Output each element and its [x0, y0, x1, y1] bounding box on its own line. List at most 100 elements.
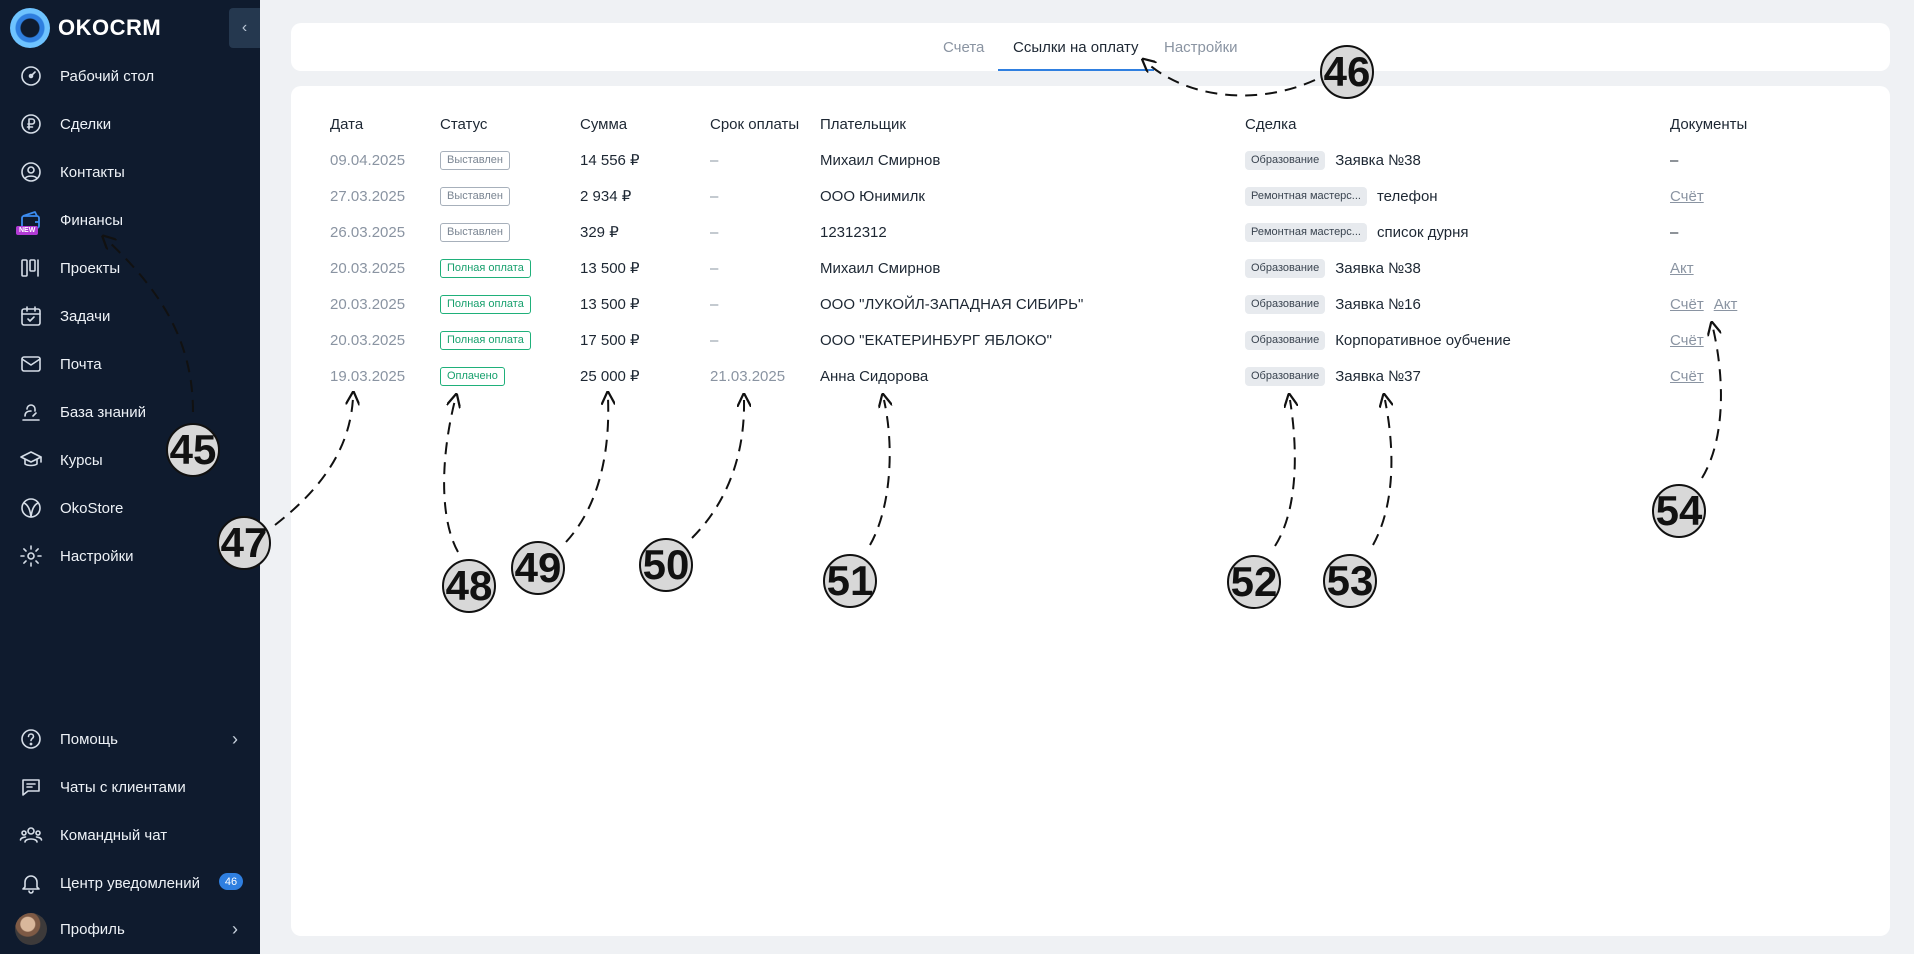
- deal-cell[interactable]: Ремонтная мастерс... список дурня: [1245, 214, 1469, 250]
- sidebar-item-label: Рабочий стол: [60, 67, 155, 85]
- payer-cell[interactable]: ООО Юнимилк: [820, 178, 925, 214]
- logo[interactable]: OKOCRM: [10, 8, 161, 48]
- table-row[interactable]: 20.03.2025 Полная оплата 13 500 ₽ – ООО "ЛУК…: [291, 286, 1890, 322]
- sidebar-bottom-item-4[interactable]: Профиль ›: [0, 909, 260, 949]
- graduation-cap-icon: [19, 448, 43, 472]
- table-row[interactable]: 20.03.2025 Полная оплата 13 500 ₽ – Михаил С…: [291, 250, 1890, 286]
- tabs-bar: Счета Ссылки на оплату Настройки: [291, 23, 1890, 71]
- gear-icon: [19, 544, 43, 568]
- document-link[interactable]: Счёт: [1670, 332, 1704, 349]
- contact-icon: [19, 160, 43, 184]
- deal-pipeline-tag: Образование: [1245, 294, 1326, 314]
- documents-cell: Счёт: [1670, 322, 1714, 358]
- sidebar-item-8[interactable]: Курсы: [0, 440, 260, 480]
- avatar: [15, 913, 47, 945]
- documents-cell: Счёт: [1670, 178, 1714, 214]
- table-row[interactable]: 19.03.2025 Оплачено 25 000 ₽ 21.03.2025 Анна…: [291, 358, 1890, 394]
- mail-icon: [19, 352, 43, 376]
- documents-cell: –: [1670, 142, 1678, 178]
- document-link[interactable]: Счёт: [1670, 368, 1704, 385]
- date-cell: 20.03.2025: [330, 295, 406, 313]
- annotation-number: 53: [1323, 554, 1377, 608]
- payer-cell[interactable]: ООО "ЕКАТЕРИНБУРГ ЯБЛОКО": [820, 322, 1052, 358]
- due-date-cell: –: [710, 295, 719, 313]
- deal-name[interactable]: Заявка №38: [1335, 260, 1421, 277]
- bell-icon: [19, 871, 43, 895]
- table-row[interactable]: 09.04.2025 Выставлен 14 556 ₽ – Михаил Смирн…: [291, 142, 1890, 178]
- sidebar-item-6[interactable]: Почта: [0, 344, 260, 384]
- team-icon: [19, 823, 43, 847]
- column-header-documents[interactable]: Документы: [1670, 116, 1747, 133]
- document-link[interactable]: Акт: [1670, 260, 1694, 277]
- column-header-deal[interactable]: Сделка: [1245, 116, 1296, 133]
- sidebar-bottom-item-2[interactable]: Командный чат: [0, 815, 260, 855]
- table-row[interactable]: 26.03.2025 Выставлен 329 ₽ – 12312312 Ремонтн…: [291, 214, 1890, 250]
- sidebar-item-label: Финансы: [60, 211, 123, 229]
- sidebar-item-5[interactable]: Задачи: [0, 296, 260, 336]
- collapse-sidebar-button[interactable]: ‹: [229, 8, 260, 48]
- sidebar-item-0[interactable]: Рабочий стол: [0, 56, 260, 96]
- document-link[interactable]: Акт: [1714, 296, 1738, 313]
- column-header-due[interactable]: Срок оплаты: [710, 116, 799, 133]
- due-date-cell: –: [710, 223, 719, 241]
- tab-settings[interactable]: Настройки: [1164, 23, 1238, 71]
- sidebar-item-label: База знаний: [60, 403, 146, 421]
- deal-cell[interactable]: Ремонтная мастерс... телефон: [1245, 178, 1438, 214]
- tab-payment-links[interactable]: Ссылки на оплату: [998, 23, 1154, 71]
- sum-cell: 2 934 ₽: [580, 188, 632, 205]
- document-link[interactable]: Счёт: [1670, 296, 1704, 313]
- sidebar-bottom-item-3[interactable]: Центр уведомлений 46: [0, 863, 260, 903]
- sidebar-item-7[interactable]: База знаний: [0, 392, 260, 432]
- deal-name[interactable]: Заявка №16: [1335, 296, 1421, 313]
- deal-pipeline-tag: Ремонтная мастерс...: [1245, 222, 1367, 242]
- deal-cell[interactable]: Образование Заявка №16: [1245, 286, 1421, 322]
- sidebar-item-4[interactable]: Проекты: [0, 248, 260, 288]
- due-date-cell: –: [710, 259, 719, 277]
- date-cell: 19.03.2025: [330, 367, 406, 385]
- column-header-sum[interactable]: Сумма: [580, 116, 627, 133]
- deal-name[interactable]: телефон: [1377, 188, 1438, 205]
- deal-pipeline-tag: Ремонтная мастерс...: [1245, 186, 1367, 206]
- tab-label: Ссылки на оплату: [1013, 38, 1139, 56]
- deal-cell[interactable]: Образование Корпоративное оубчение: [1245, 322, 1511, 358]
- tab-invoices[interactable]: Счета: [943, 23, 984, 71]
- annotation-number: 45: [166, 423, 220, 477]
- sidebar-item-label: Чаты с клиентами: [60, 778, 186, 796]
- deal-cell[interactable]: Образование Заявка №38: [1245, 250, 1421, 286]
- deal-name[interactable]: Заявка №38: [1335, 152, 1421, 169]
- due-date-cell: 21.03.2025: [710, 367, 786, 385]
- annotation-number: 47: [217, 516, 271, 570]
- deal-name[interactable]: список дурня: [1377, 224, 1469, 241]
- payer-cell[interactable]: Михаил Смирнов: [820, 250, 940, 286]
- date-cell: 26.03.2025: [330, 223, 406, 241]
- sum-cell: 25 000 ₽: [580, 368, 640, 385]
- new-badge: NEW: [16, 226, 39, 235]
- payer-cell[interactable]: 12312312: [820, 214, 887, 250]
- sum-cell: 17 500 ₽: [580, 332, 640, 349]
- column-header-status[interactable]: Статус: [440, 116, 487, 133]
- payer-cell[interactable]: Анна Сидорова: [820, 358, 928, 394]
- deal-pipeline-tag: Образование: [1245, 150, 1326, 170]
- column-header-payer[interactable]: Плательщик: [820, 116, 906, 133]
- status-badge: Полная оплата: [440, 294, 531, 314]
- sidebar-bottom-item-1[interactable]: Чаты с клиентами: [0, 767, 260, 807]
- deal-cell[interactable]: Образование Заявка №38: [1245, 142, 1421, 178]
- deal-name[interactable]: Заявка №37: [1335, 368, 1421, 385]
- table-row[interactable]: 27.03.2025 Выставлен 2 934 ₽ – ООО Юнимилк Ре…: [291, 178, 1890, 214]
- document-link[interactable]: Счёт: [1670, 188, 1704, 205]
- status-cell: Выставлен: [440, 142, 510, 178]
- column-header-date[interactable]: Дата: [330, 116, 363, 133]
- store-icon: [19, 496, 43, 520]
- table-row[interactable]: 20.03.2025 Полная оплата 17 500 ₽ – ООО "ЕКА…: [291, 322, 1890, 358]
- sidebar-item-label: Центр уведомлений: [60, 874, 200, 892]
- payer-cell[interactable]: Михаил Смирнов: [820, 142, 940, 178]
- sidebar-bottom-item-0[interactable]: Помощь ›: [0, 719, 260, 759]
- sidebar-item-3[interactable]: NEW Финансы: [0, 200, 260, 240]
- sidebar-item-1[interactable]: Сделки: [0, 104, 260, 144]
- tab-label: Настройки: [1164, 38, 1238, 56]
- annotation-number: 46: [1320, 45, 1374, 99]
- deal-cell[interactable]: Образование Заявка №37: [1245, 358, 1421, 394]
- deal-name[interactable]: Корпоративное оубчение: [1335, 332, 1511, 349]
- payer-cell[interactable]: ООО "ЛУКОЙЛ-ЗАПАДНАЯ СИБИРЬ": [820, 286, 1083, 322]
- sidebar-item-2[interactable]: Контакты: [0, 152, 260, 192]
